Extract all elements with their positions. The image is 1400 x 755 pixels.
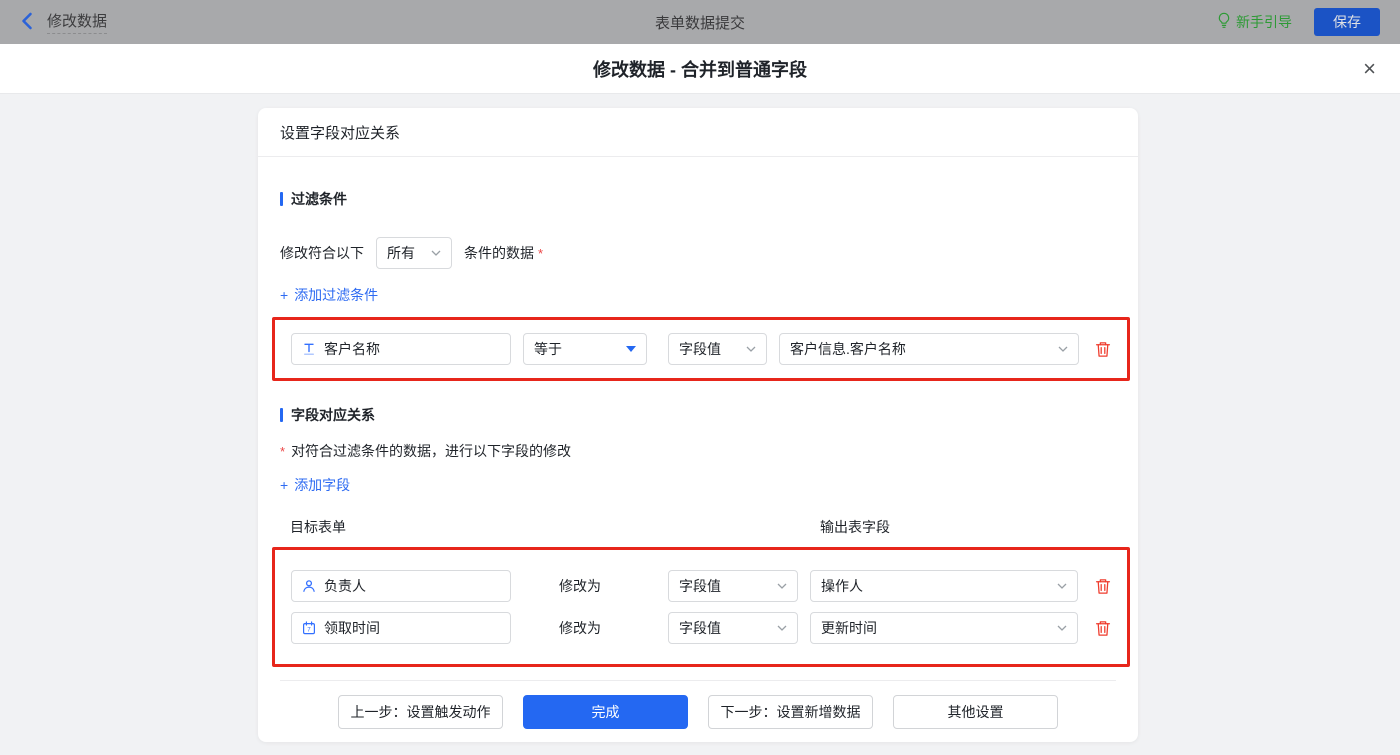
filter-value-select[interactable]: 客户信息.客户名称 [779,333,1079,365]
mapping-row: 7 领取时间 修改为 字段值 更新时间 [291,612,1111,644]
plus-icon: + [280,477,289,493]
output-field-column-label: 输出表字段 [820,519,890,535]
lightbulb-icon [1217,12,1231,32]
caret-down-icon [626,346,636,352]
save-button[interactable]: 保存 [1314,8,1380,36]
user-icon [302,579,316,593]
beginner-guide-label: 新手引导 [1236,14,1292,30]
modify-to-label: 修改为 [559,620,601,636]
mapping-value-select[interactable]: 操作人 [810,570,1078,602]
filter-operator-select[interactable]: 等于 [523,333,647,365]
card-footer: 上一步：设置触发动作 完成 下一步：设置新增数据 其他设置 [280,680,1116,742]
dialog-header: 修改数据 - 合并到普通字段 × [0,44,1400,94]
settings-card: 设置字段对应关系 过滤条件 修改符合以下 所有 条件的数据 * + 添加过滤条件… [258,108,1138,742]
chevron-down-icon [769,583,787,589]
modify-to-label: 修改为 [559,578,601,594]
card-title: 设置字段对应关系 [258,108,1138,157]
filter-section-title: 过滤条件 [280,189,1116,209]
workflow-name[interactable]: 修改数据 [47,10,108,34]
done-button[interactable]: 完成 [523,694,688,729]
match-condition-row: 修改符合以下 所有 条件的数据 * [280,237,1116,269]
back-button[interactable] [20,12,33,33]
trash-icon [1095,620,1111,636]
add-field-link[interactable]: + 添加字段 [280,475,350,495]
mapping-value-type-select[interactable]: 字段值 [668,612,798,644]
svg-text:7: 7 [307,627,311,634]
filter-value-type-select[interactable]: 字段值 [668,333,767,365]
other-settings-button[interactable]: 其他设置 [893,694,1058,729]
next-step-button[interactable]: 下一步：设置新增数据 [708,694,873,729]
chevron-down-icon [738,346,756,352]
beginner-guide-link[interactable]: 新手引导 [1217,12,1292,32]
mapping-description: * 对符合过滤条件的数据，进行以下字段的修改 [280,443,572,459]
chevron-down-icon [1050,346,1068,352]
mapping-section-title: 字段对应关系 [280,405,1116,425]
dialog-title: 修改数据 - 合并到普通字段 [593,59,807,80]
mapping-value-type-select[interactable]: 字段值 [668,570,798,602]
target-field-input[interactable]: 负责人 [291,570,511,602]
trash-icon [1095,578,1111,594]
section-accent-bar [280,408,283,422]
chevron-down-icon [1049,583,1067,589]
match-mode-select[interactable]: 所有 [376,237,452,269]
match-prefix-label: 修改符合以下 [280,245,364,261]
chevron-left-icon [20,12,33,33]
mapping-column-headers: 目标表单 输出表字段 [280,517,1116,535]
dialog-body: 设置字段对应关系 过滤条件 修改符合以下 所有 条件的数据 * + 添加过滤条件… [0,94,1400,755]
required-mark: * [280,443,286,459]
top-bar: 修改数据 表单数据提交 新手引导 保存 [0,0,1400,44]
prev-step-button[interactable]: 上一步：设置触发动作 [338,694,503,729]
mapping-value-select[interactable]: 更新时间 [810,612,1078,644]
filter-field-input[interactable]: 客户名称 [291,333,511,365]
target-form-column-label: 目标表单 [290,519,346,535]
page-title: 表单数据提交 [654,14,745,32]
plus-icon: + [280,287,289,303]
target-field-input[interactable]: 7 领取时间 [291,612,511,644]
chevron-down-icon [423,250,441,256]
field-mapping-highlight-box: 负责人 修改为 字段值 操作人 7 领取时间 修改为 字段值 更新时间 [272,547,1130,667]
delete-mapping-row-button[interactable] [1095,620,1111,637]
add-filter-condition-link[interactable]: + 添加过滤条件 [280,285,378,305]
text-field-icon [302,342,316,356]
close-icon[interactable]: × [1363,57,1376,80]
match-suffix-label: 条件的数据 [464,245,534,261]
section-accent-bar [280,192,283,206]
mapping-row: 负责人 修改为 字段值 操作人 [291,570,1111,602]
delete-filter-row-button[interactable] [1095,341,1111,358]
delete-mapping-row-button[interactable] [1095,578,1111,595]
required-mark: * [538,245,544,261]
chevron-down-icon [769,625,787,631]
calendar-icon: 7 [302,621,316,635]
chevron-down-icon [1049,625,1067,631]
trash-icon [1095,341,1111,357]
filter-condition-highlight-box: 客户名称 等于 字段值 客户信息.客户名称 [272,317,1130,381]
